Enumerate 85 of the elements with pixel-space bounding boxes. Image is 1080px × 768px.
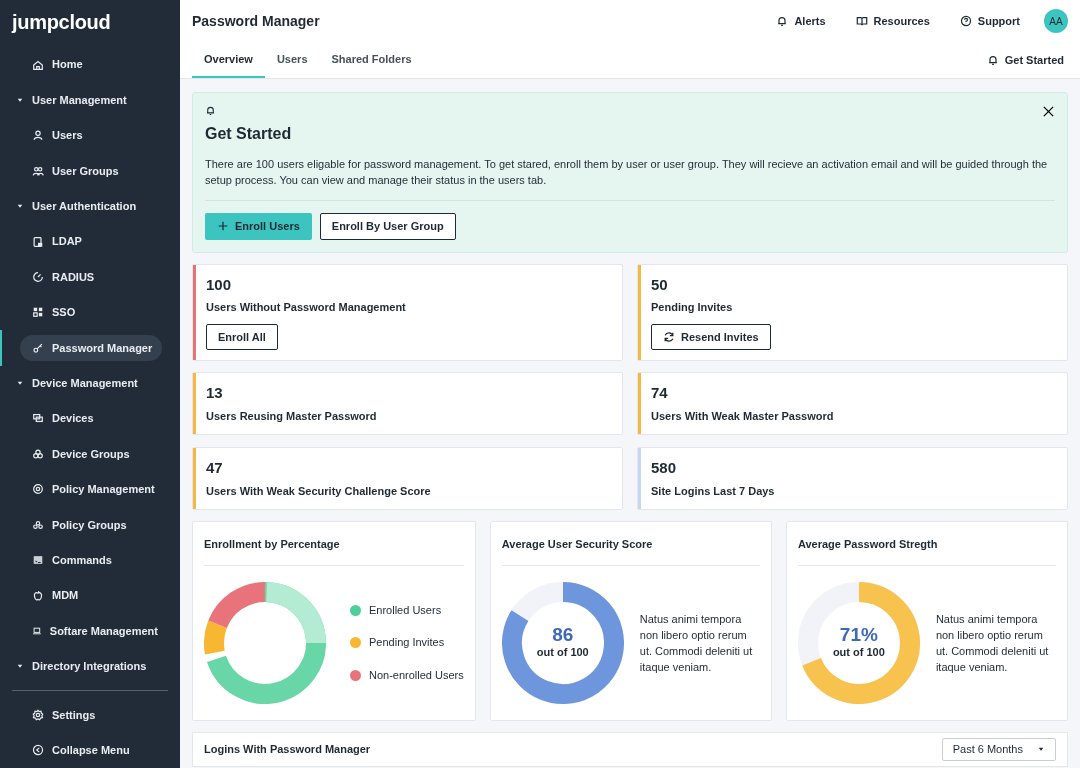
close-button[interactable] bbox=[1042, 105, 1055, 118]
range-dropdown[interactable]: Past 6 Months bbox=[941, 738, 1056, 761]
bell-icon bbox=[776, 15, 789, 27]
gauge-description: Natus animi tempora non libero optio rerum ut. Commodi deleniti ut itaque veniam. bbox=[935, 611, 1050, 675]
logo[interactable]: jumpcloud bbox=[0, 0, 180, 47]
grid-icon bbox=[32, 306, 44, 319]
stat-value: 74 bbox=[651, 383, 669, 403]
gauge-caption: out of 100 bbox=[832, 644, 885, 660]
banner-title: Get Started bbox=[205, 124, 293, 144]
user-group-icon bbox=[32, 164, 44, 177]
sidebar-section[interactable]: Directory Integrations bbox=[0, 648, 180, 685]
home-icon bbox=[32, 58, 44, 71]
stat-label: Site Logins Last 7 Days bbox=[651, 483, 775, 499]
card-title: Average Password Stregth bbox=[797, 536, 1056, 566]
devices-icon bbox=[32, 412, 44, 425]
sidebar-item[interactable]: Collapse Menu bbox=[20, 737, 162, 763]
apple-icon bbox=[32, 589, 44, 602]
gauge-value: 86 bbox=[552, 624, 574, 644]
legend-label: Enrolled Users bbox=[369, 602, 442, 618]
header-link[interactable]: Resources bbox=[855, 12, 930, 30]
sidebar-item[interactable]: SSO bbox=[20, 299, 162, 326]
stat-value: 47 bbox=[206, 458, 224, 478]
get-started-link[interactable]: Get Started bbox=[986, 42, 1064, 78]
card-title: Average User Security Score bbox=[501, 536, 760, 566]
gauge-description: Natus animi tempora non libero optio rerum ut. Commodi deleniti ut itaque veniam. bbox=[639, 611, 754, 675]
group-icon bbox=[32, 518, 44, 531]
gauge-caption: out of 100 bbox=[536, 644, 589, 660]
sidebar-item[interactable]: Settings bbox=[20, 702, 162, 728]
legend-label: Non-enrolled Users bbox=[369, 667, 464, 683]
collapse-icon bbox=[32, 744, 44, 757]
bell-icon bbox=[205, 105, 216, 116]
stat-label: Users With Weak Security Challenge Score bbox=[206, 483, 431, 499]
sidebar-section[interactable]: User Authentication bbox=[0, 188, 180, 224]
sidebar-section[interactable]: Device Management bbox=[0, 365, 180, 401]
sidebar-item[interactable]: Users bbox=[20, 122, 162, 149]
stat-label: Pending Invites bbox=[651, 300, 734, 315]
sidebar-item[interactable]: Home bbox=[20, 52, 162, 78]
tab[interactable]: Shared Folders bbox=[319, 42, 424, 78]
help-icon bbox=[959, 15, 972, 27]
stat-value: 580 bbox=[651, 458, 678, 478]
sidebar-item[interactable]: Devices bbox=[20, 405, 162, 432]
database-icon bbox=[32, 235, 44, 248]
stat-label: Users Reusing Master Password bbox=[206, 408, 377, 424]
stat-button[interactable]: Resend Invites bbox=[651, 323, 771, 350]
card-title: Logins With Password Manager bbox=[204, 742, 371, 757]
sidebar-item[interactable]: Policy Management bbox=[20, 476, 162, 503]
stat-value: 50 bbox=[651, 274, 669, 295]
header-link[interactable]: Support bbox=[959, 12, 1020, 30]
refresh-icon bbox=[663, 330, 675, 343]
terminal-icon bbox=[32, 554, 44, 567]
stat-label: Users Without Password Management bbox=[206, 300, 406, 315]
sidebar-item[interactable]: Policy Groups bbox=[20, 512, 162, 538]
tab[interactable]: Overview bbox=[192, 42, 265, 78]
page-title: Password Manager bbox=[192, 11, 320, 31]
circles-icon bbox=[32, 447, 44, 460]
sidebar-section[interactable]: User Management bbox=[0, 82, 180, 118]
bell-icon bbox=[986, 54, 999, 66]
settings-icon bbox=[32, 708, 44, 721]
book-icon bbox=[855, 15, 868, 27]
enroll-group-button[interactable]: Enroll By User Group bbox=[319, 213, 456, 240]
stat-value: 100 bbox=[206, 274, 233, 295]
card-title: Enrollment by Percentage bbox=[204, 536, 464, 566]
sidebar-item[interactable]: Softare Management bbox=[20, 618, 162, 644]
tab[interactable]: Users bbox=[264, 42, 320, 78]
sidebar-item[interactable]: Device Groups bbox=[20, 441, 162, 467]
avatar[interactable]: AA bbox=[1044, 9, 1068, 33]
plus-icon bbox=[217, 220, 229, 233]
stat-button[interactable]: Enroll All bbox=[206, 323, 278, 350]
sidebar-item[interactable]: LDAP bbox=[20, 228, 162, 255]
sidebar-item[interactable]: MDM bbox=[20, 582, 162, 609]
legend-label: Pending Invites bbox=[369, 635, 445, 651]
gauge-value: 71% bbox=[839, 624, 878, 644]
gauge-icon bbox=[32, 270, 44, 283]
close-icon bbox=[1042, 105, 1055, 118]
header-link[interactable]: Alerts bbox=[776, 12, 826, 30]
target-icon bbox=[32, 483, 44, 496]
enroll-users-button[interactable]: Enroll Users bbox=[205, 213, 312, 240]
key-icon bbox=[32, 341, 44, 354]
sidebar-item[interactable]: RADIUS bbox=[20, 264, 162, 290]
user-icon bbox=[32, 129, 44, 142]
stat-label: Users With Weak Master Password bbox=[651, 408, 834, 424]
sidebar-item[interactable]: Commands bbox=[20, 547, 162, 573]
stat-value: 13 bbox=[206, 383, 224, 403]
sidebar-item[interactable]: User Groups bbox=[20, 158, 162, 184]
banner-text: There are 100 users eligable for password management. To get stared, enroll them by user or user group. They will recieve an activation email and will be guided through the setup process. You can view and manage their status in the users tab. bbox=[205, 156, 1055, 201]
